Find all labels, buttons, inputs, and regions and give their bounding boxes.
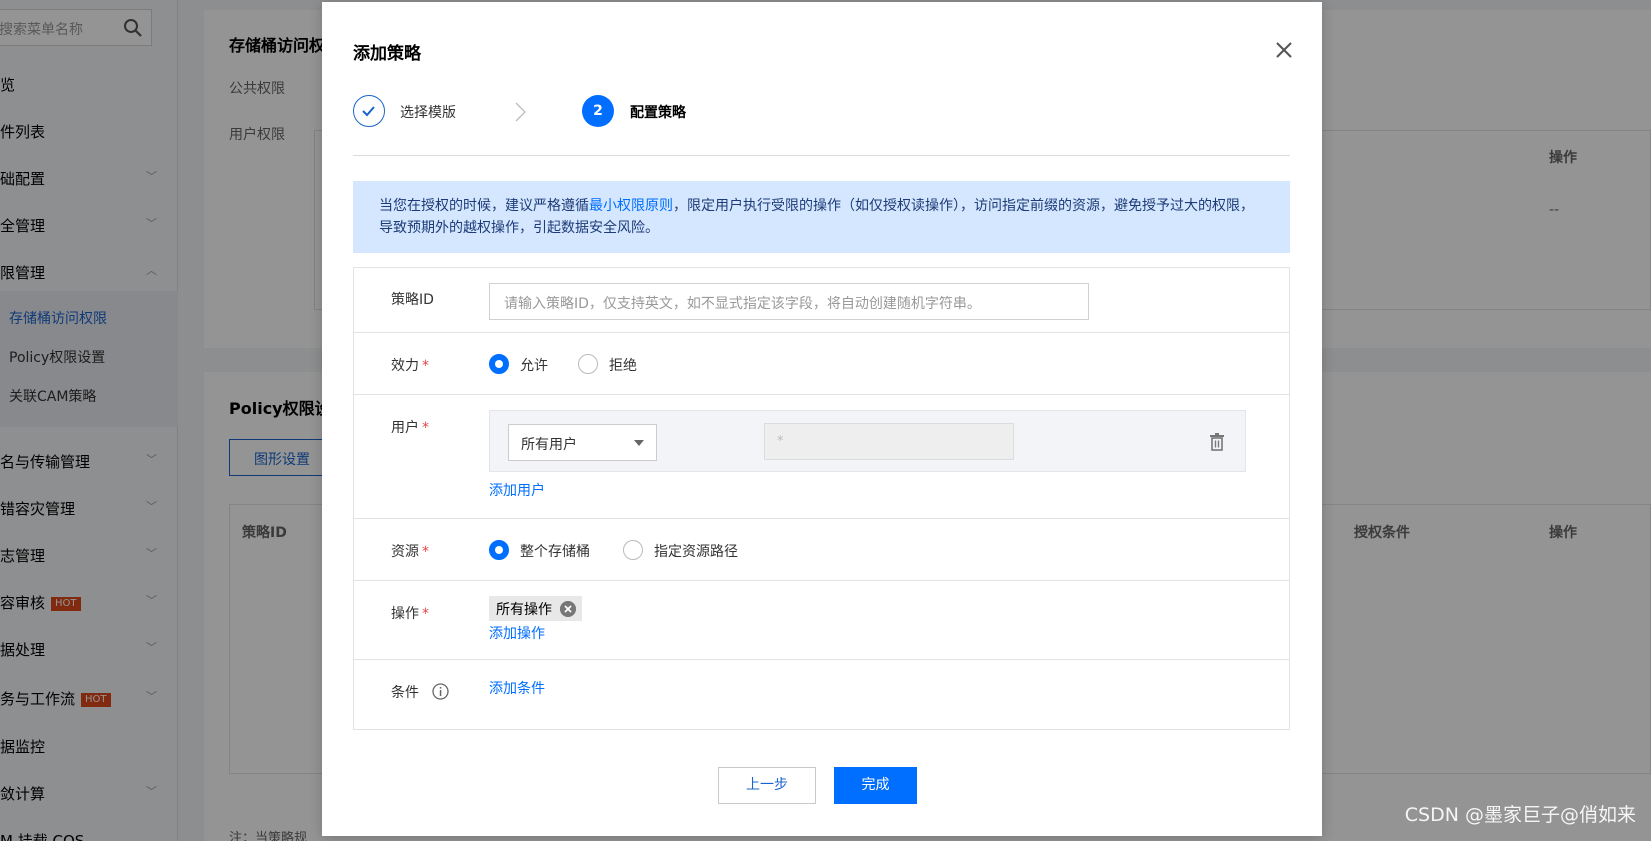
least-privilege-alert: 当您在授权的时候，建议严格遵循最小权限原则，限定用户执行受限的操作（如仅授权读操… — [353, 181, 1290, 253]
step-1-label: 选择模版 — [400, 105, 456, 121]
add-action-link[interactable]: 添加操作 — [489, 623, 545, 643]
step-indicator: 选择模版 2 配置策略 — [353, 95, 1293, 129]
effect-label: 效力 * — [391, 358, 429, 374]
step-2-label: 配置策略 — [630, 105, 686, 121]
user-label: 用户 * — [391, 420, 429, 436]
action-row: 操作 * 所有操作 添加操作 — [354, 581, 1289, 660]
all-actions-tag: 所有操作 — [489, 596, 582, 621]
chevron-right-icon — [515, 102, 526, 122]
check-icon — [362, 106, 375, 117]
resource-label: 资源 * — [391, 544, 429, 560]
trash-icon[interactable] — [1209, 433, 1225, 451]
info-icon[interactable] — [432, 683, 449, 700]
policy-id-input[interactable]: 请输入策略ID，仅支持英文，如不显式指定该字段，将自动创建随机字符串。 — [489, 283, 1089, 320]
add-policy-dialog: 添加策略 选择模版 2 配置策略 当您在授权的时候，建议严格遵循最小权限原则，限… — [322, 2, 1322, 836]
condition-label: 条件 — [391, 685, 419, 701]
least-privilege-link[interactable]: 最小权限原则 — [589, 198, 673, 214]
resource-row: 资源 * 整个存储桶 指定资源路径 — [354, 519, 1289, 581]
condition-row: 条件 添加条件 — [354, 660, 1289, 729]
finish-button[interactable]: 完成 — [834, 767, 917, 804]
steps-divider — [353, 155, 1290, 156]
action-label: 操作 * — [391, 606, 429, 622]
user-value-input: * — [764, 423, 1014, 460]
policy-id-row: 策略ID 请输入策略ID，仅支持英文，如不显式指定该字段，将自动创建随机字符串。 — [354, 268, 1289, 333]
dialog-title: 添加策略 — [353, 44, 421, 64]
user-type-select[interactable]: 所有用户 — [508, 424, 657, 461]
add-condition-link[interactable]: 添加条件 — [489, 678, 545, 698]
step-1-done — [353, 95, 385, 127]
close-icon[interactable] — [1274, 40, 1294, 60]
remove-tag-icon[interactable] — [560, 601, 576, 617]
effect-row: 效力 * 允许 拒绝 — [354, 333, 1289, 395]
policy-id-label: 策略ID — [391, 292, 434, 308]
step-2-number: 2 — [582, 95, 614, 127]
policy-form: 策略ID 请输入策略ID，仅支持英文，如不显式指定该字段，将自动创建随机字符串。… — [353, 267, 1290, 730]
previous-step-button[interactable]: 上一步 — [718, 767, 816, 804]
caret-down-icon — [634, 440, 644, 446]
user-entry: 所有用户 * — [489, 410, 1246, 472]
watermark: CSDN @墨家巨子@俏如来 — [1404, 804, 1636, 826]
user-row: 用户 * 所有用户 * 添加用户 — [354, 395, 1289, 519]
add-user-link[interactable]: 添加用户 — [489, 480, 545, 500]
